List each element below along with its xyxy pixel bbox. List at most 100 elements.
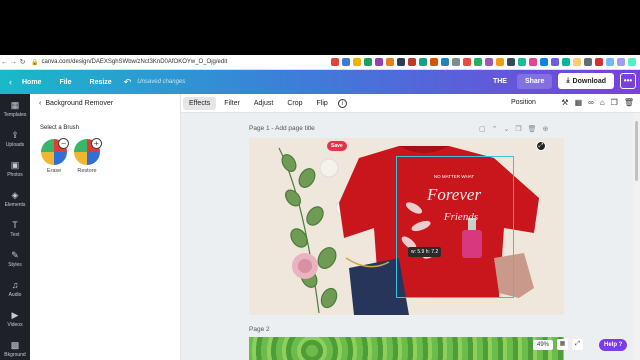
erase-brush-button[interactable]: − Erase: [40, 138, 69, 174]
brush-section-heading: Select a Brush: [40, 125, 80, 131]
rail-item-templates[interactable]: ▦ Templates: [0, 100, 30, 118]
browser-extension-icon[interactable]: [375, 58, 383, 66]
restore-brush-button[interactable]: + Restore: [73, 138, 102, 174]
unsaved-status: Unsaved changes: [137, 79, 186, 85]
panel-header[interactable]: ‹ Background Remover: [39, 100, 113, 107]
delete-page-icon[interactable]: 🗑: [528, 125, 537, 133]
design-title[interactable]: THE: [493, 78, 507, 85]
browser-extension-icon[interactable]: [463, 58, 471, 66]
note-icon[interactable]: ▢: [479, 125, 486, 133]
browser-extension-icon[interactable]: [617, 58, 625, 66]
effects-button[interactable]: Effects: [183, 96, 217, 110]
chevron-left-icon[interactable]: ‹: [39, 100, 41, 107]
rail-item-label: Audio: [8, 292, 22, 298]
browser-extension-icon[interactable]: [496, 58, 504, 66]
photos-icon: ▣: [10, 160, 20, 170]
rail-item-photos[interactable]: ▣ Photos: [0, 160, 30, 178]
browser-extension-icon[interactable]: [353, 58, 361, 66]
home-button[interactable]: Home: [22, 79, 41, 86]
transparency-icon[interactable]: ▦: [575, 98, 583, 107]
more-options-button[interactable]: •••: [620, 73, 636, 89]
adjust-button[interactable]: Adjust: [248, 97, 279, 110]
zoom-level[interactable]: 49%: [533, 339, 554, 350]
rail-item-label: Text: [10, 232, 20, 238]
resize-button[interactable]: Resize: [90, 79, 112, 86]
browser-extension-icon[interactable]: [529, 58, 537, 66]
browser-extension-icon[interactable]: [397, 58, 405, 66]
page-2-design[interactable]: [249, 337, 564, 360]
rail-item-text[interactable]: T Text: [0, 220, 30, 238]
position-button[interactable]: Position: [511, 99, 536, 106]
duplicate-icon[interactable]: ❐: [611, 98, 618, 107]
add-page-icon[interactable]: ⊕: [543, 125, 549, 133]
browser-extension-icon[interactable]: [595, 58, 603, 66]
link-icon[interactable]: ∞: [588, 98, 594, 107]
help-button[interactable]: Help ?: [599, 339, 628, 351]
undo-icon[interactable]: ↶: [124, 77, 132, 88]
browser-extension-icon[interactable]: [518, 58, 526, 66]
page-1-design[interactable]: NO MATTER WHAT Forever Friends Save ⤢ w:…: [249, 138, 564, 315]
browser-extension-icon[interactable]: [551, 58, 559, 66]
flip-button[interactable]: Flip: [311, 97, 334, 110]
paint-roller-icon[interactable]: ⚒: [561, 98, 568, 107]
background-remover-panel: ‹ Background Remover Select a Brush − Er…: [30, 94, 181, 360]
download-button[interactable]: ⤓ Download: [558, 73, 614, 89]
browser-extension-icon[interactable]: [507, 58, 515, 66]
browser-extension-icon[interactable]: [485, 58, 493, 66]
back-arrow-icon[interactable]: ←: [0, 59, 9, 66]
chevron-down-icon[interactable]: ⌄: [504, 125, 510, 133]
expand-icon[interactable]: ⤢: [572, 339, 584, 350]
rail-item-uploads[interactable]: ⇪ Uploads: [0, 130, 30, 148]
address-field[interactable]: canva.com/design/DAEXSghSWbw/zNct3KnD0Af…: [41, 59, 227, 65]
browser-extension-icon[interactable]: [584, 58, 592, 66]
browser-extension-icon[interactable]: [331, 58, 339, 66]
browser-extension-icon[interactable]: [342, 58, 350, 66]
browser-extension-icon[interactable]: [562, 58, 570, 66]
browser-extension-icon[interactable]: [540, 58, 548, 66]
erase-label: Erase: [46, 168, 62, 174]
lock-icon[interactable]: ⌂: [600, 98, 605, 107]
browser-extension-icon[interactable]: [386, 58, 394, 66]
rail-item-bkground[interactable]: ▩ Bkground: [0, 340, 30, 358]
save-badge[interactable]: Save: [327, 141, 347, 151]
browser-extension-icon[interactable]: [452, 58, 460, 66]
rail-item-audio[interactable]: ♫ Audio: [0, 280, 30, 298]
browser-extension-icon[interactable]: [408, 58, 416, 66]
rail-item-label: Videos: [7, 322, 23, 328]
zoom-controls: 49% ▦ ⤢: [533, 339, 584, 350]
vertical-scrollbar[interactable]: [633, 113, 640, 360]
info-icon[interactable]: i: [337, 98, 347, 108]
browser-extension-icon[interactable]: [430, 58, 438, 66]
browser-extension-icon[interactable]: [573, 58, 581, 66]
rail-item-videos[interactable]: ▶ Videos: [0, 310, 30, 328]
chevron-left-icon[interactable]: ‹: [9, 77, 12, 87]
file-menu-button[interactable]: File: [59, 79, 71, 86]
browser-extension-icon[interactable]: [606, 58, 614, 66]
reload-icon[interactable]: ↻: [18, 58, 27, 66]
extension-icons: [331, 58, 636, 66]
scrollbar-thumb[interactable]: [635, 121, 638, 181]
chevron-up-icon[interactable]: ⌃: [492, 125, 498, 133]
fullscreen-icon[interactable]: ⤢: [536, 141, 546, 151]
image-toolbar: Effects Filter Adjust Crop Flip i Positi…: [181, 94, 640, 113]
share-button[interactable]: Share: [516, 73, 553, 89]
filter-button[interactable]: Filter: [218, 97, 246, 110]
crop-button[interactable]: Crop: [281, 97, 308, 110]
trash-icon[interactable]: 🗑: [624, 98, 634, 107]
page-2-title[interactable]: Page 2: [249, 326, 270, 333]
toolbar-icons: ⚒ ▦ ∞ ⌂ ❐ 🗑: [561, 98, 634, 107]
rail-item-styles[interactable]: ✎ Styles: [0, 250, 30, 268]
selection-box[interactable]: [396, 156, 514, 298]
grid-view-icon[interactable]: ▦: [557, 339, 569, 350]
browser-extension-icon[interactable]: [364, 58, 372, 66]
copy-page-icon[interactable]: ❐: [515, 125, 521, 133]
forward-arrow-icon[interactable]: →: [9, 59, 18, 66]
browser-extension-icon[interactable]: [474, 58, 482, 66]
browser-extension-icon[interactable]: [628, 58, 636, 66]
browser-extension-icon[interactable]: [441, 58, 449, 66]
browser-extension-icon[interactable]: [419, 58, 427, 66]
download-label: Download: [572, 77, 606, 85]
page-1-title[interactable]: Page 1 - Add page title: [249, 125, 315, 132]
elements-icon: ◈: [11, 190, 19, 200]
rail-item-elements[interactable]: ◈ Elements: [0, 190, 30, 208]
